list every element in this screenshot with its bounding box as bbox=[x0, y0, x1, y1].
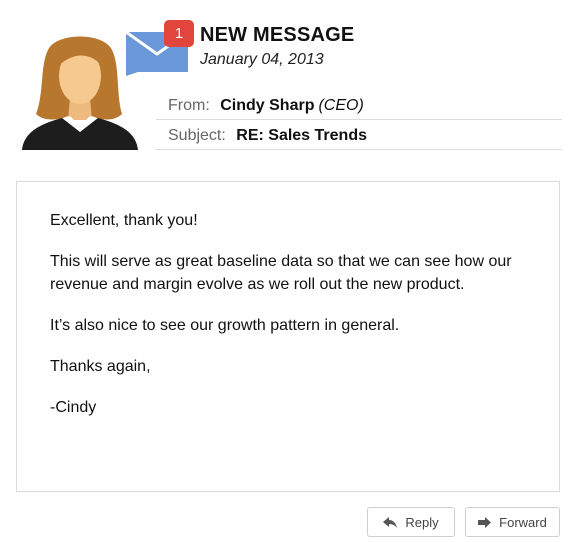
body-paragraph: Excellent, thank you! bbox=[50, 212, 198, 229]
reply-button[interactable]: Reply bbox=[367, 507, 455, 537]
reply-label: Reply bbox=[405, 514, 439, 530]
body-paragraph: -Cindy bbox=[50, 399, 97, 416]
body-paragraph: Thanks again, bbox=[50, 358, 151, 375]
message-title: NEW MESSAGE bbox=[200, 24, 355, 46]
sender-name: Cindy Sharp bbox=[220, 97, 315, 114]
body-paragraph: This will serve as great baseline data s… bbox=[50, 253, 512, 293]
sender-role: (CEO) bbox=[318, 97, 364, 114]
body-paragraph: It’s also nice to see our growth pattern… bbox=[50, 317, 400, 334]
message-body: Excellent, thank you! This will serve as… bbox=[16, 181, 560, 492]
message-date: January 04, 2013 bbox=[200, 51, 324, 68]
forward-button[interactable]: Forward bbox=[465, 507, 560, 537]
from-label: From: bbox=[168, 97, 210, 114]
forward-label: Forward bbox=[499, 514, 547, 530]
avatar-suit bbox=[22, 118, 138, 150]
subject-label: Subject: bbox=[168, 127, 226, 144]
subject-row: Subject: RE: Sales Trends bbox=[156, 121, 562, 150]
from-row: From: Cindy Sharp (CEO) bbox=[156, 91, 562, 120]
reply-arrow-icon bbox=[383, 516, 398, 528]
subject-value: RE: Sales Trends bbox=[236, 127, 367, 144]
unread-count-badge: 1 bbox=[164, 20, 194, 47]
forward-arrow-icon bbox=[478, 516, 492, 528]
